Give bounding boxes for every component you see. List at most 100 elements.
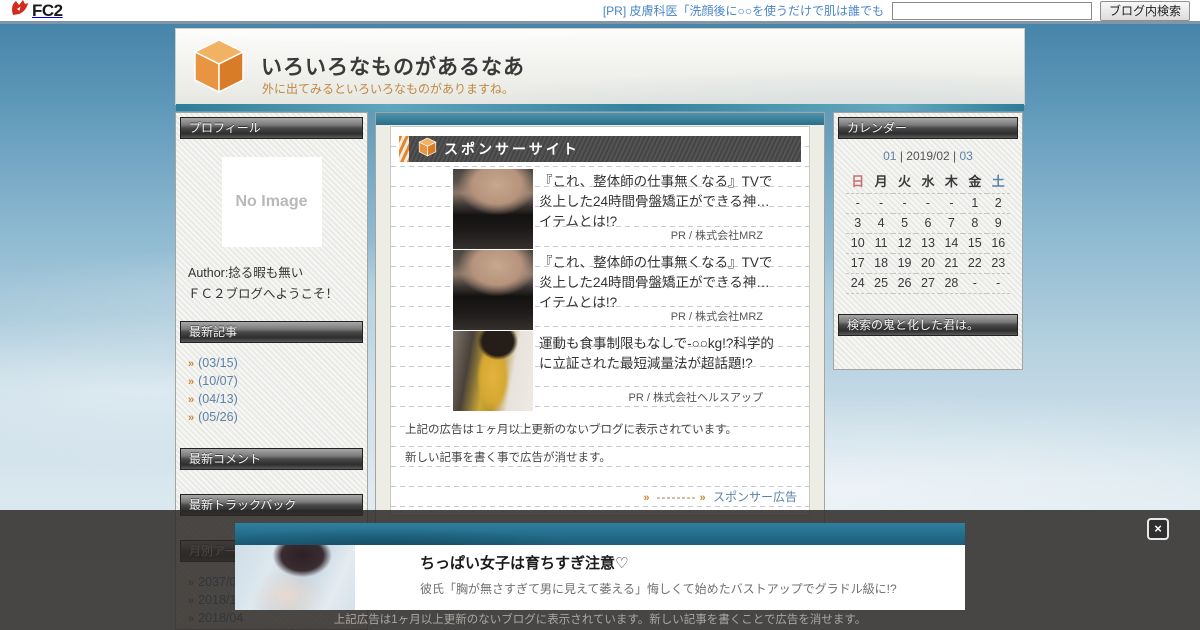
calendar-day: 9	[986, 213, 1010, 234]
overlay-ad-box[interactable]: ちっぱい女子は育ちすぎ注意♡ 彼氏「胸が無さすぎて男に見えて萎える」悔しくて始め…	[235, 523, 965, 610]
calendar-day: 4	[869, 213, 893, 234]
widget-recent-posts-title: 最新記事	[180, 321, 363, 344]
calendar-day: -	[892, 193, 917, 214]
calendar-day: 27	[916, 273, 940, 294]
ad-thumbnail[interactable]	[453, 169, 533, 249]
ad-advertiser: PR / 株式会社MRZ	[670, 311, 763, 323]
calendar-day: 22	[963, 253, 987, 274]
profile-no-image: No Image	[221, 157, 322, 247]
ad-thumbnail[interactable]	[453, 331, 533, 411]
cube-icon	[418, 137, 437, 162]
calendar-day: -	[986, 273, 1010, 294]
right-sidebar: カレンダー 01 | 2019/02 | 03 日 月 火 水 木 金 土 - …	[833, 112, 1023, 370]
calendar-day: 28	[939, 273, 964, 294]
ad-advertiser: PR / 株式会社ヘルスアップ	[628, 392, 763, 404]
calendar-nav-separator: |	[953, 149, 957, 163]
calendar-day: 19	[892, 253, 917, 274]
calendar-day: 10	[846, 233, 870, 254]
recent-post-link[interactable]: (05/26)	[198, 410, 238, 424]
arrow-bullet-icon: »	[699, 492, 706, 504]
calendar-current-month: 2019/02	[906, 149, 950, 163]
blog-subtitle: 外に出てみるといろいろなものがありますね。	[262, 82, 515, 96]
recent-post-item: » (10/07)	[188, 373, 355, 391]
calendar-day: 14	[939, 233, 964, 254]
calendar-day: 8	[963, 213, 987, 234]
arrow-bullet-icon: »	[188, 376, 195, 389]
blog-search-input[interactable]	[891, 1, 1092, 20]
recent-post-item: » (05/26)	[188, 409, 355, 427]
recent-post-link[interactable]: (04/13)	[198, 392, 238, 406]
calendar-prev-link[interactable]: 01	[883, 149, 896, 163]
calendar-next-link[interactable]: 03	[960, 149, 973, 163]
calendar-day: 16	[986, 233, 1010, 254]
blog-search-button[interactable]: ブログ内検索	[1099, 0, 1190, 21]
calendar-day: 3	[846, 213, 870, 234]
widget-recent-comments: 最新コメント	[180, 448, 363, 486]
blog-header-banner: いろいろなものがあるなあ 外に出てみるといろいろなものがありますね。	[175, 28, 1025, 111]
recent-post-item: » (03/15)	[188, 355, 355, 373]
calendar-day: -	[963, 273, 987, 294]
widget-calendar-title: カレンダー	[838, 117, 1018, 139]
arrow-bullet-icon: »	[188, 394, 195, 407]
main-column: スポンサーサイト 『これ、整体師の仕事無くなる』TVで炎上した24時間骨盤矯正が…	[375, 112, 825, 538]
calendar-day: 25	[869, 273, 893, 294]
fc2-logo-text: FC2	[32, 0, 63, 20]
widget-calendar: カレンダー 01 | 2019/02 | 03 日 月 火 水 木 金 土 - …	[838, 117, 1018, 302]
overlay-ad-title[interactable]: ちっぱい女子は育ちすぎ注意♡	[420, 552, 897, 573]
calendar-day: 23	[986, 253, 1010, 274]
widget-recent-posts: 最新記事 » (03/15) » (10/07) » (04/13) » (05/26)	[180, 321, 363, 439]
calendar-day: 6	[916, 213, 940, 234]
calendar-day-header: 火	[892, 169, 917, 194]
calendar-day-header: 土	[986, 169, 1010, 194]
bottom-ad-overlay: ちっぱい女子は育ちすぎ注意♡ 彼氏「胸が無さすぎて男に見えて萎える」悔しくて始め…	[0, 510, 1200, 630]
calendar-day: 17	[846, 253, 870, 274]
calendar-day-header: 日	[846, 169, 870, 194]
calendar-day-header: 月	[869, 169, 893, 194]
sponsor-ad-item[interactable]: 『これ、整体師の仕事無くなる』TVで炎上した24時間骨盤矯正ができる神…イテムと…	[391, 250, 809, 331]
calendar-day: 13	[916, 233, 940, 254]
calendar-nav: 01 | 2019/02 | 03	[840, 143, 1016, 167]
blog-title[interactable]: いろいろなものがあるなあ	[261, 51, 525, 81]
ad-notice-line1: 上記の広告は１ヶ月以上更新のないブログに表示されています。	[405, 424, 738, 436]
calendar-day: 7	[939, 213, 964, 234]
recent-post-link[interactable]: (10/07)	[198, 374, 238, 388]
sponsor-content-box: スポンサーサイト 『これ、整体師の仕事無くなる』TVで炎上した24時間骨盤矯正が…	[390, 126, 810, 516]
calendar-day: 24	[846, 273, 870, 294]
calendar-table: 日 月 火 水 木 金 土 - - - - - 1 2 3 4 5 6 7 8 …	[846, 169, 1010, 294]
pr-headline-link[interactable]: [PR] 皮膚科医「洗顔後に○○を使うだけで肌は誰でも	[603, 2, 884, 19]
close-icon[interactable]: ×	[1147, 518, 1169, 540]
calendar-day-header: 金	[963, 169, 987, 194]
arrow-bullet-icon: »	[643, 492, 650, 504]
fc2-logo[interactable]: FC2	[10, 0, 63, 22]
overlay-ad-image[interactable]	[235, 545, 355, 610]
calendar-day: 21	[939, 253, 964, 274]
widget-search-oni-title: 検索の鬼と化した君は。	[838, 314, 1018, 336]
overlay-ad-description[interactable]: 彼氏「胸が無さすぎて男に見えて萎える」悔しくて始めたバストアップでグラドル級に!…	[420, 580, 897, 597]
ad-thumbnail[interactable]	[453, 250, 533, 330]
profile-author: Author:捻る暇も無い	[188, 266, 304, 280]
sponsor-ad-item[interactable]: 『これ、整体師の仕事無くなる』TVで炎上した24時間骨盤矯正ができる神…イテムと…	[391, 169, 809, 250]
top-bar: FC2 [PR] 皮膚科医「洗顔後に○○を使うだけで肌は誰でも ブログ内検索	[0, 0, 1200, 24]
calendar-day-header: 水	[916, 169, 940, 194]
calendar-day: -	[939, 193, 964, 214]
calendar-day: -	[846, 193, 870, 214]
calendar-day: 15	[963, 233, 987, 254]
widget-profile-title: プロフィール	[180, 117, 363, 139]
calendar-day: 12	[892, 233, 917, 254]
sponsor-category-link[interactable]: スポンサー広告	[713, 490, 797, 504]
widget-profile: プロフィール No Image Author:捻る暇も無い ＦＣ２ブログへようこ…	[180, 117, 363, 312]
profile-welcome: ＦＣ２ブログへようこそ！	[188, 286, 339, 301]
widget-search-oni: 検索の鬼と化した君は。	[838, 314, 1018, 362]
calendar-day: 5	[892, 213, 917, 234]
arrow-bullet-icon: »	[188, 412, 195, 425]
sponsor-ad-item[interactable]: 運動も食事制限もなしで-○○kg!?科学的に立証された最短減量法が超話題!? P…	[391, 331, 809, 412]
overlay-ad-header-bar	[235, 523, 965, 545]
sponsor-link-dashes: --------	[656, 490, 697, 504]
cube-logo-icon	[192, 37, 246, 100]
sponsor-section-header: スポンサーサイト	[399, 136, 801, 162]
overlay-ad-footer-note: 上記広告は1ヶ月以上更新のないブログに表示されています。新しい記事を書くことで広…	[333, 614, 867, 626]
fc2-logo-icon	[10, 0, 30, 22]
ad-notice-line2: 新しい記事を書く事で広告が消せます。	[405, 452, 611, 464]
calendar-day: -	[916, 193, 940, 214]
recent-post-link[interactable]: (03/15)	[198, 356, 238, 370]
